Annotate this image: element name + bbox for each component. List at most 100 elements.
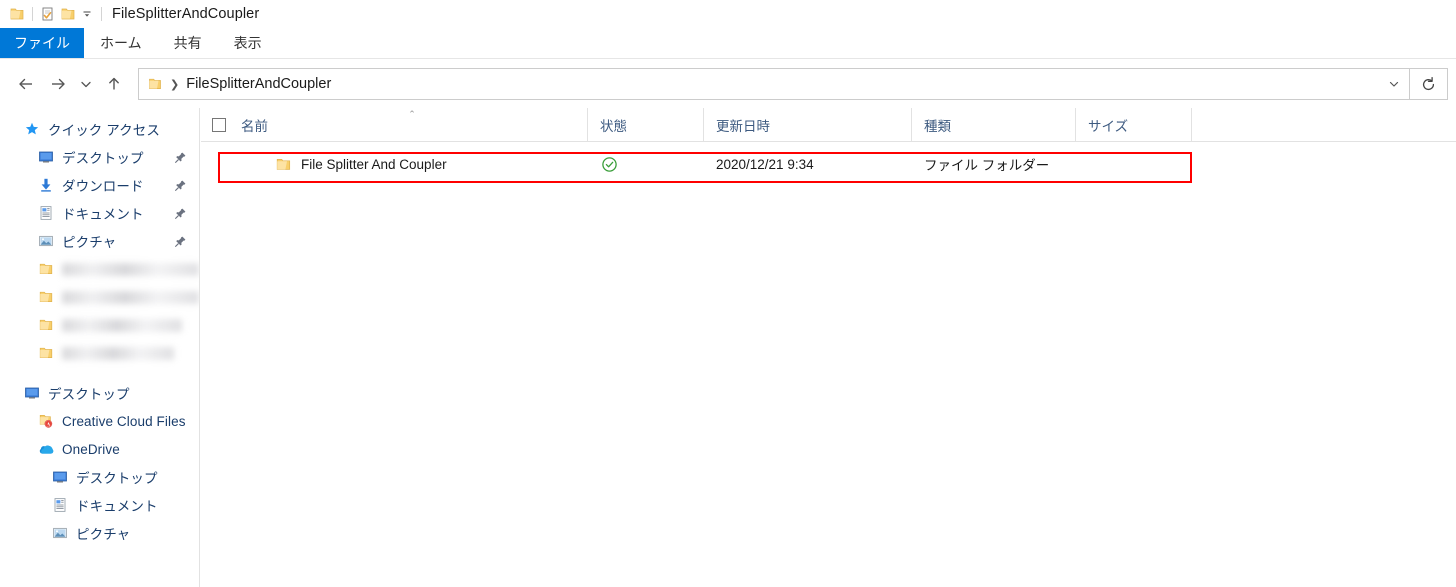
sidebar-item-onedrive-pictures[interactable]: ピクチャ xyxy=(0,519,199,547)
sidebar-item-label: クイック アクセス xyxy=(48,123,160,138)
document-icon xyxy=(50,495,70,515)
title-bar: FileSplitterAndCoupler xyxy=(0,0,1456,28)
row-name-label: File Splitter And Coupler xyxy=(301,156,447,172)
properties-icon[interactable] xyxy=(38,4,58,24)
sidebar-item-label: ダウンロード xyxy=(62,179,144,194)
sidebar-item-label: ドキュメント xyxy=(62,207,144,222)
column-header-label: 更新日時 xyxy=(716,118,770,134)
sidebar-item-label: デスクトップ xyxy=(62,151,144,166)
folder-icon[interactable] xyxy=(7,4,27,24)
pin-icon[interactable] xyxy=(173,206,187,220)
redacted-label xyxy=(62,290,199,304)
navigation-pane[interactable]: クイック アクセス デスクトップ ダウンロード ドキュメント ピクチャ デスクト… xyxy=(0,108,200,587)
desktop-icon xyxy=(50,467,70,487)
file-list-pane[interactable]: ⌃ 名前 状態 更新日時 種類 サイズ File Splitter And Co… xyxy=(201,108,1456,587)
address-history-chevron-down-icon[interactable] xyxy=(1379,69,1409,99)
desktop-icon xyxy=(36,147,56,167)
column-header-state[interactable]: 状態 xyxy=(588,108,704,141)
sidebar-item-label: Creative Cloud Files xyxy=(62,413,186,429)
toolbar-divider xyxy=(32,7,33,21)
sidebar-item-desktop[interactable]: デスクトップ xyxy=(0,143,199,171)
row-type-cell: ファイル フォルダー xyxy=(924,158,1050,173)
sidebar-item-onedrive-desktop[interactable]: デスクトップ xyxy=(0,463,199,491)
up-button[interactable] xyxy=(98,68,130,100)
redacted-label xyxy=(62,262,199,276)
new-folder-icon[interactable] xyxy=(58,4,78,24)
creative-cloud-folder-icon xyxy=(36,411,56,431)
sidebar-item-documents[interactable]: ドキュメント xyxy=(0,199,199,227)
select-all-column-header[interactable] xyxy=(201,108,237,141)
column-header-label: サイズ xyxy=(1088,118,1129,134)
table-row[interactable]: File Splitter And Coupler 2020/12/21 9:3… xyxy=(201,150,1456,178)
folder-icon xyxy=(36,315,56,335)
sidebar-item-onedrive[interactable]: OneDrive xyxy=(0,435,199,463)
column-header-name[interactable]: ⌃ 名前 xyxy=(237,108,588,141)
file-explorer-window: FileSplitterAndCoupler ファイル ホーム 共有 表示 ❯ … xyxy=(0,0,1456,587)
sidebar-item-label: デスクトップ xyxy=(48,387,130,402)
navigation-bar: ❯ FileSplitterAndCoupler xyxy=(0,60,1456,108)
redacted-label xyxy=(62,346,174,360)
sidebar-item-redacted[interactable] xyxy=(0,311,199,339)
sidebar-item-label: デスクトップ xyxy=(76,471,158,486)
download-icon xyxy=(36,175,56,195)
column-header-size[interactable]: サイズ xyxy=(1076,108,1192,141)
refresh-button[interactable] xyxy=(1410,68,1448,100)
column-header-filler xyxy=(1192,108,1456,141)
sidebar-item-redacted[interactable] xyxy=(0,339,199,367)
breadcrumb-folder-icon[interactable] xyxy=(145,74,165,94)
sidebar-item-label: ピクチャ xyxy=(76,527,131,542)
sidebar-item-redacted[interactable] xyxy=(0,255,199,283)
customize-toolbar-chevron-down-icon[interactable] xyxy=(78,4,96,24)
star-icon xyxy=(22,119,42,139)
recent-locations-chevron-down-icon[interactable] xyxy=(74,68,98,100)
breadcrumb-current-folder[interactable]: FileSplitterAndCoupler xyxy=(186,76,331,92)
column-header-date-modified[interactable]: 更新日時 xyxy=(704,108,912,141)
sidebar-item-redacted[interactable] xyxy=(0,283,199,311)
select-all-checkbox[interactable] xyxy=(212,117,226,132)
forward-button[interactable] xyxy=(42,68,74,100)
tab-home[interactable]: ホーム xyxy=(84,28,158,58)
sync-complete-icon xyxy=(600,155,618,173)
pin-icon[interactable] xyxy=(173,150,187,164)
folder-icon xyxy=(36,287,56,307)
pin-icon[interactable] xyxy=(173,178,187,192)
sidebar-item-onedrive-documents[interactable]: ドキュメント xyxy=(0,491,199,519)
desktop-icon xyxy=(22,383,42,403)
sidebar-item-creative-cloud-files[interactable]: Creative Cloud Files xyxy=(0,407,199,435)
pictures-icon xyxy=(36,231,56,251)
row-state-cell xyxy=(588,155,704,173)
folder-icon xyxy=(273,154,293,174)
column-header-label: 種類 xyxy=(924,118,951,134)
sort-ascending-caret-icon: ⌃ xyxy=(408,109,416,119)
title-divider xyxy=(101,7,102,21)
row-name-cell[interactable]: File Splitter And Coupler xyxy=(237,154,588,174)
sidebar-item-label: ピクチャ xyxy=(62,235,117,250)
row-date-cell: 2020/12/21 9:34 xyxy=(716,156,814,172)
folder-icon xyxy=(36,259,56,279)
pin-icon[interactable] xyxy=(173,234,187,248)
sidebar-item-pictures[interactable]: ピクチャ xyxy=(0,227,199,255)
sidebar-item-downloads[interactable]: ダウンロード xyxy=(0,171,199,199)
column-header-type[interactable]: 種類 xyxy=(912,108,1076,141)
file-rows: File Splitter And Coupler 2020/12/21 9:3… xyxy=(201,150,1456,178)
sidebar-item-desktop-root[interactable]: デスクトップ xyxy=(0,379,199,407)
onedrive-icon xyxy=(36,439,56,459)
sidebar-item-label: OneDrive xyxy=(62,441,120,457)
sidebar-item-quick-access[interactable]: クイック アクセス xyxy=(0,115,199,143)
address-bar[interactable]: ❯ FileSplitterAndCoupler xyxy=(138,68,1410,100)
back-button[interactable] xyxy=(10,68,42,100)
tab-file[interactable]: ファイル xyxy=(0,28,84,58)
column-header-label: 状態 xyxy=(600,118,627,134)
document-icon xyxy=(36,203,56,223)
sidebar-item-label: ドキュメント xyxy=(76,499,158,514)
ribbon-tab-bar: ファイル ホーム 共有 表示 xyxy=(0,28,1456,59)
tab-view[interactable]: 表示 xyxy=(218,28,278,58)
redacted-label xyxy=(62,318,182,332)
tab-share[interactable]: 共有 xyxy=(158,28,218,58)
column-header-label: 名前 xyxy=(241,118,268,134)
breadcrumb-separator[interactable]: ❯ xyxy=(170,78,179,91)
folder-icon xyxy=(36,343,56,363)
window-title: FileSplitterAndCoupler xyxy=(112,6,260,22)
column-header-row: ⌃ 名前 状態 更新日時 種類 サイズ xyxy=(201,108,1456,142)
